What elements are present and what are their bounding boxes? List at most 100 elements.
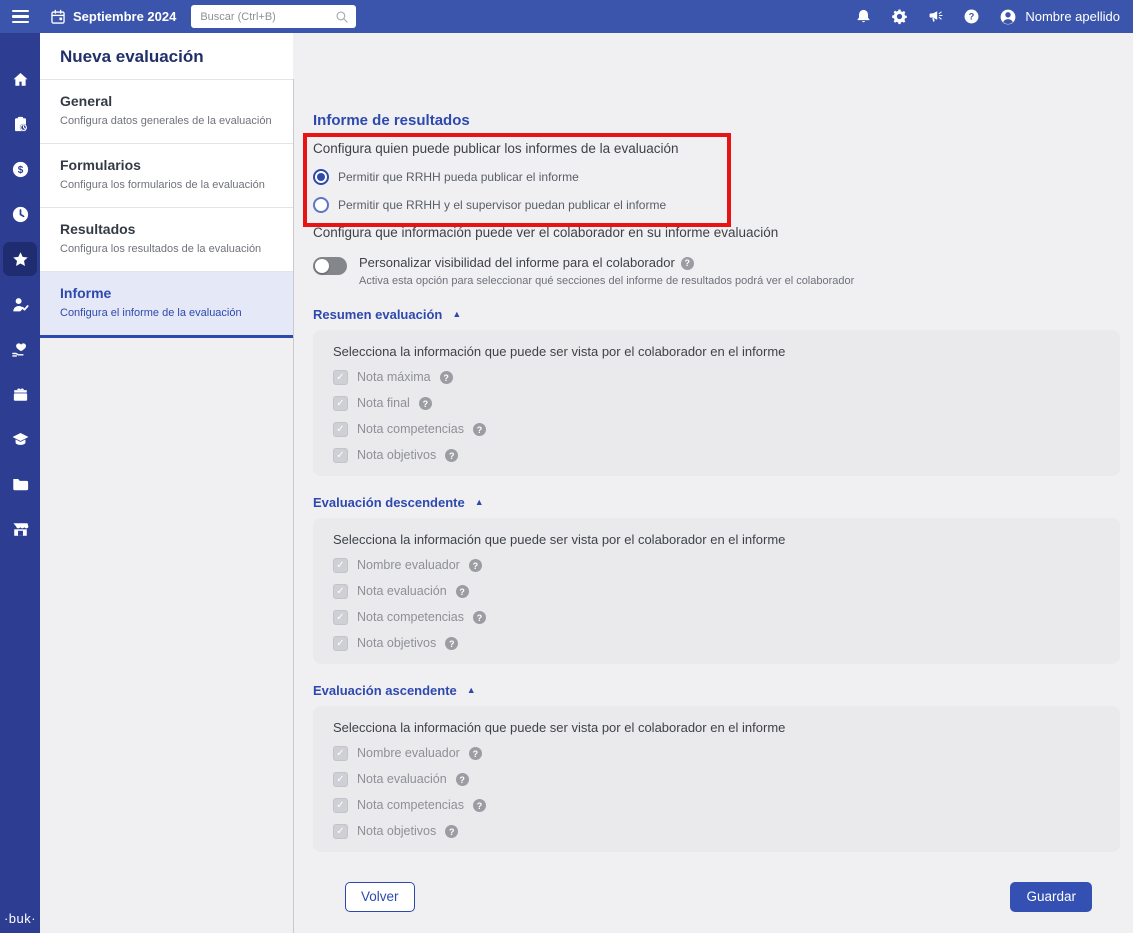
checkbox-row: Nota final [333,396,1100,411]
checkbox-checked-icon[interactable] [333,746,348,761]
nav-item-formularios[interactable]: Formularios Configura los formularios de… [40,143,293,207]
checkbox-row: Nombre evaluador [333,746,1100,761]
checkbox-row: Nota competencias [333,798,1100,813]
visibility-toggle-off[interactable] [313,257,347,275]
help-icon[interactable] [445,825,458,838]
help-icon[interactable] [456,585,469,598]
checkbox-checked-icon[interactable] [333,370,348,385]
checkbox-row: Nombre evaluador [333,558,1100,573]
help-icon[interactable] [469,747,482,760]
toggle-text: Personalizar visibilidad del informe par… [359,255,854,288]
help-icon[interactable] [473,799,486,812]
sidebar-item-marketplace[interactable] [3,512,37,546]
back-button[interactable]: Volver [345,882,415,912]
nav-item-description: Configura los formularios de la evaluaci… [60,179,273,192]
buk-logo: ·buk· [4,911,36,926]
content-column: Informe de resultados Configura quien pu… [313,33,1120,912]
help-icon[interactable] [445,637,458,650]
app-window: Septiembre 2024 [0,0,1133,933]
help-icon[interactable] [469,559,482,572]
star-icon [11,250,30,269]
checkbox-checked-icon[interactable] [333,584,348,599]
section-header-resumen[interactable]: Resumen evaluación [313,307,461,322]
sidebar-item-training[interactable] [3,422,37,456]
checkbox-row: Nota objetivos [333,448,1100,463]
help-icon[interactable] [419,397,432,410]
bell-icon[interactable] [855,8,872,25]
panel-intro: Selecciona la información que puede ser … [333,720,1100,735]
section-header-descendente[interactable]: Evaluación descendente [313,495,484,510]
nav-item-description: Configura los resultados de la evaluació… [60,243,273,256]
sidebar-item-selection[interactable] [3,287,37,321]
help-circle-icon[interactable]: ? [963,8,980,25]
checkbox-row: Nota competencias [333,610,1100,625]
dollar-circle-icon: $ [11,160,30,179]
nav-item-description: Configura datos generales de la evaluaci… [60,115,273,128]
checkbox-checked-icon[interactable] [333,798,348,813]
nav-item-informe-selected[interactable]: Informe Configura el informe de la evalu… [40,271,293,338]
section-title: Resumen evaluación [313,307,442,322]
sidebar-item-benefits[interactable] [3,332,37,366]
nav-item-resultados[interactable]: Resultados Configura los resultados de l… [40,207,293,271]
section-panel-resumen: Selecciona la información que puede ser … [313,330,1120,476]
collapse-arrow-icon[interactable] [467,686,476,695]
radio-option-rrhh-supervisor[interactable]: Permitir que RRHH y el supervisor puedan… [313,197,666,213]
sidebar-item-talent-selected[interactable] [3,242,37,276]
storefront-icon [11,520,30,539]
checkbox-checked-icon[interactable] [333,772,348,787]
checkbox-checked-icon[interactable] [333,448,348,463]
save-button[interactable]: Guardar [1010,882,1092,912]
page-title: Nueva evaluación [40,33,293,79]
collapse-arrow-icon[interactable] [475,498,484,507]
topbar-actions: ? Nombre apellido [855,8,1120,26]
calendar-icon [50,9,66,25]
help-icon[interactable] [440,371,453,384]
content-heading: Informe de resultados [313,112,1120,129]
help-icon[interactable] [445,449,458,462]
user-menu[interactable]: Nombre apellido [999,8,1120,26]
section-header-ascendente[interactable]: Evaluación ascendente [313,683,476,698]
panel-intro: Selecciona la información que puede ser … [333,344,1100,359]
sidebar-item-time[interactable] [3,197,37,231]
checkbox-row: Nota objetivos [333,636,1100,651]
checkbox-label: Nota final [357,396,410,411]
period-selector[interactable]: Septiembre 2024 [50,9,176,25]
sidebar-item-documents[interactable] [3,467,37,501]
megaphone-icon[interactable] [927,8,944,25]
toggle-label: Personalizar visibilidad del informe par… [359,255,675,271]
sidebar-item-home[interactable] [3,62,37,96]
checkbox-checked-icon[interactable] [333,636,348,651]
main-area: Nueva evaluación General Configura datos… [40,33,1133,933]
collapse-arrow-icon[interactable] [452,310,461,319]
help-icon[interactable] [681,257,694,270]
search-input[interactable] [198,10,330,24]
help-icon[interactable] [473,611,486,624]
nav-item-label: Formularios [60,157,273,173]
clipboard-clock-icon [11,115,30,134]
checkbox-checked-icon[interactable] [333,558,348,573]
radio-option-rrhh[interactable]: Permitir que RRHH pueda publicar el info… [313,169,579,185]
home-icon [11,70,30,89]
gear-icon[interactable] [891,8,908,25]
help-icon[interactable] [473,423,486,436]
radio-checked-icon[interactable] [313,169,329,185]
sidebar-item-attendance[interactable] [3,107,37,141]
checkbox-checked-icon[interactable] [333,824,348,839]
topbar: Septiembre 2024 [0,0,1133,33]
checkbox-label: Nota competencias [357,798,464,813]
graduation-cap-icon [11,430,30,449]
hamburger-menu-icon[interactable] [12,10,29,23]
sidebar-item-wellness[interactable] [3,377,37,411]
help-icon[interactable] [456,773,469,786]
radio-unchecked-icon[interactable] [313,197,329,213]
checkbox-checked-icon[interactable] [333,396,348,411]
section-title: Evaluación descendente [313,495,465,510]
sidebar-item-payroll[interactable]: $ [3,152,37,186]
nav-content-divider [293,79,294,933]
user-name: Nombre apellido [1025,9,1120,24]
nav-item-general[interactable]: General Configura datos generales de la … [40,79,293,143]
checkbox-checked-icon[interactable] [333,422,348,437]
checkbox-label: Nombre evaluador [357,558,460,573]
checkbox-label: Nota competencias [357,422,464,437]
checkbox-checked-icon[interactable] [333,610,348,625]
